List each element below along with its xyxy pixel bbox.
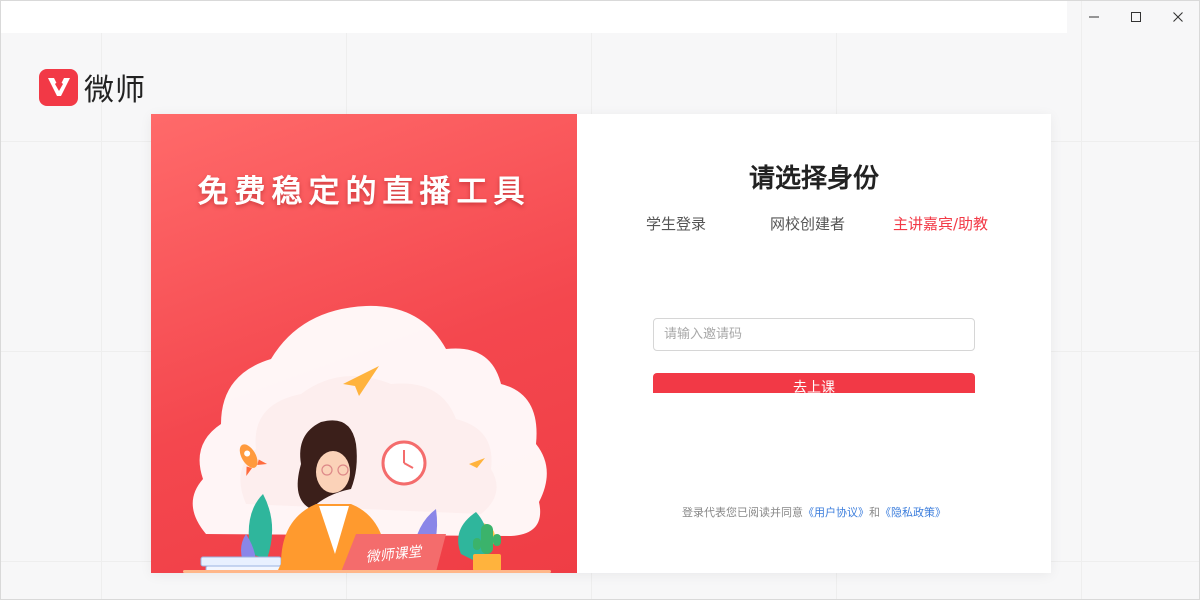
window-controls [1073, 1, 1199, 33]
login-card: 免费稳定的直播工具 微师课堂 请选择身份 学生登录 网校创建者 主讲嘉宾/助教 … [151, 114, 1051, 573]
app-logo: 微师 [39, 65, 146, 109]
invite-code-input[interactable] [653, 318, 975, 351]
agreement-and: 和 [869, 506, 880, 519]
minimize-icon[interactable] [1073, 1, 1115, 33]
agreement-text: 登录代表您已阅读并同意《用户协议》和《隐私政策》 [577, 504, 1051, 520]
weishi-logo-icon [39, 68, 78, 106]
promo-banner: 免费稳定的直播工具 微师课堂 [151, 114, 577, 573]
tab-guest-assistant[interactable]: 主讲嘉宾/助教 [893, 213, 988, 234]
title-bar [1, 1, 1067, 33]
agreement-prefix: 登录代表您已阅读并同意 [682, 506, 803, 519]
user-agreement-link[interactable]: 《用户协议》 [803, 506, 869, 519]
go-to-class-button[interactable]: 去上课 [653, 373, 975, 393]
maximize-icon[interactable] [1115, 1, 1157, 33]
close-icon[interactable] [1157, 1, 1199, 33]
teacher-illustration: 微师课堂 [183, 305, 551, 573]
identity-tabs: 学生登录 网校创建者 主讲嘉宾/助教 [577, 213, 1051, 235]
brand-name: 微师 [84, 73, 146, 108]
tab-student-login[interactable]: 学生登录 [646, 213, 706, 234]
page-title: 请选择身份 [748, 164, 879, 194]
tab-school-creator[interactable]: 网校创建者 [770, 213, 845, 234]
login-panel: 请选择身份 学生登录 网校创建者 主讲嘉宾/助教 去上课 登录代表您已阅读并同意… [577, 114, 1051, 573]
promo-title: 免费稳定的直播工具 [197, 174, 531, 210]
privacy-policy-link[interactable]: 《隐私政策》 [880, 506, 946, 519]
